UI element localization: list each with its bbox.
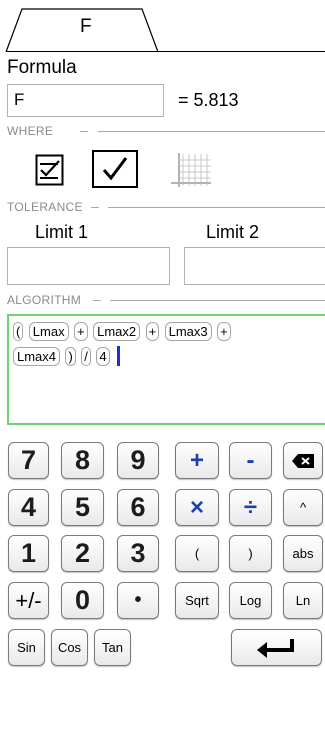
text-caret xyxy=(117,346,121,366)
key-8[interactable]: 8 xyxy=(61,442,104,479)
tolerance-group-label: TOLERANCE xyxy=(7,200,83,214)
key-plus[interactable]: + xyxy=(175,442,219,479)
checkmark-box-icon[interactable] xyxy=(92,150,138,188)
key-cos[interactable]: Cos xyxy=(51,629,88,666)
enter-icon xyxy=(256,638,294,658)
tab-strip: F xyxy=(0,0,325,53)
grid-icon[interactable] xyxy=(167,152,213,190)
algorithm-editor[interactable]: ( Lmax + Lmax2 + Lmax3 + Lmax4 ) / 4 xyxy=(7,314,325,425)
key-close-paren[interactable]: ) xyxy=(229,535,272,572)
algorithm-group-label: ALGORITHM xyxy=(7,293,82,307)
key-power[interactable]: ^ xyxy=(283,489,323,526)
key-5[interactable]: 5 xyxy=(61,489,104,526)
formula-result: = 5.813 xyxy=(178,90,239,110)
tolerance-divider xyxy=(108,207,325,208)
tolerance-dash xyxy=(91,207,99,208)
key-open-paren[interactable]: ( xyxy=(175,535,219,572)
algorithm-dash xyxy=(93,300,101,301)
backspace-icon xyxy=(292,453,314,468)
key-6[interactable]: 6 xyxy=(117,489,159,526)
key-9[interactable]: 9 xyxy=(117,442,159,479)
key-tan[interactable]: Tan xyxy=(94,629,131,666)
token-plus[interactable]: + xyxy=(145,322,160,341)
key-multiply[interactable]: × xyxy=(175,489,219,526)
key-backspace[interactable] xyxy=(283,442,323,479)
key-plus-minus[interactable]: +/- xyxy=(8,582,49,619)
checklist-icon[interactable] xyxy=(35,154,64,186)
key-log[interactable]: Log xyxy=(229,582,272,619)
limit2-input[interactable] xyxy=(184,247,325,285)
where-group-label: WHERE xyxy=(7,124,54,138)
token-lmax3[interactable]: Lmax3 xyxy=(164,322,212,341)
key-minus[interactable]: - xyxy=(229,442,272,479)
formula-name-input[interactable]: F xyxy=(7,84,164,117)
where-dash xyxy=(80,131,88,132)
algorithm-divider xyxy=(110,300,325,301)
key-1[interactable]: 1 xyxy=(8,535,49,572)
token-open-paren[interactable]: ( xyxy=(13,322,24,341)
key-divide[interactable]: ÷ xyxy=(229,489,272,526)
token-four[interactable]: 4 xyxy=(96,347,110,366)
token-divide[interactable]: / xyxy=(81,347,91,366)
tab-f[interactable]: F xyxy=(80,16,92,38)
key-7[interactable]: 7 xyxy=(8,442,49,479)
formula-title: Formula xyxy=(7,57,77,78)
key-0[interactable]: 0 xyxy=(61,582,104,619)
token-plus[interactable]: + xyxy=(217,322,231,341)
key-2[interactable]: 2 xyxy=(61,535,104,572)
token-lmax4[interactable]: Lmax4 xyxy=(13,347,61,366)
token-lmax2[interactable]: Lmax2 xyxy=(93,322,141,341)
tab-baseline xyxy=(6,51,325,52)
key-3[interactable]: 3 xyxy=(117,535,159,572)
where-divider xyxy=(98,131,325,132)
key-4[interactable]: 4 xyxy=(8,489,49,526)
token-plus[interactable]: + xyxy=(74,322,88,341)
token-lmax[interactable]: Lmax xyxy=(28,322,69,341)
limit1-label: Limit 1 xyxy=(35,222,89,242)
key-abs[interactable]: abs xyxy=(283,535,323,572)
limit1-input[interactable] xyxy=(7,247,170,285)
key-sqrt[interactable]: Sqrt xyxy=(175,582,219,619)
token-close-paren[interactable]: ) xyxy=(65,347,76,366)
key-enter[interactable] xyxy=(231,629,322,666)
key-decimal[interactable]: • xyxy=(117,582,159,619)
key-sin[interactable]: Sin xyxy=(8,629,45,666)
key-ln[interactable]: Ln xyxy=(283,582,323,619)
limit2-label: Limit 2 xyxy=(206,222,260,242)
